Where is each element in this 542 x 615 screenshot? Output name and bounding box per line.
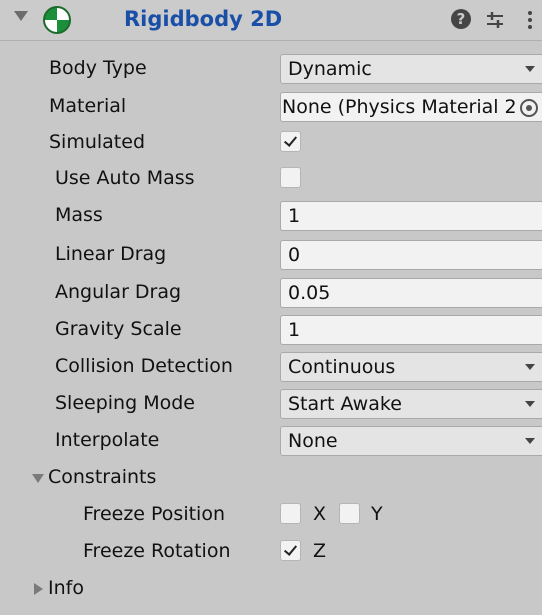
- freeze-rotation-z-checkbox[interactable]: [280, 540, 301, 561]
- freeze-rotation-label: Freeze Rotation: [83, 540, 231, 562]
- preset-settings-icon[interactable]: [484, 9, 506, 31]
- constraints-foldout[interactable]: Constraints: [0, 460, 542, 498]
- interpolate-label: Interpolate: [55, 429, 160, 451]
- component-title: Rigidbody 2D: [124, 7, 283, 31]
- interpolate-dropdown[interactable]: None: [280, 426, 542, 456]
- sleeping-mode-label: Sleeping Mode: [55, 392, 195, 414]
- simulated-checkbox[interactable]: [280, 131, 301, 152]
- foldout-arrow-icon[interactable]: [32, 474, 44, 483]
- freeze-position-y-label: Y: [371, 503, 383, 525]
- angular-drag-input[interactable]: 0.05: [280, 278, 542, 308]
- gravity-scale-row: Gravity Scale 1: [0, 312, 542, 350]
- angular-drag-row: Angular Drag 0.05: [0, 275, 542, 313]
- sleeping-mode-dropdown[interactable]: Start Awake: [280, 389, 542, 419]
- freeze-rotation-z-label: Z: [313, 540, 327, 562]
- material-object-field[interactable]: None (Physics Material 2D): [280, 92, 542, 122]
- info-foldout[interactable]: Info: [0, 571, 542, 609]
- interpolate-value: None: [288, 430, 338, 452]
- help-icon[interactable]: ?: [451, 9, 471, 29]
- collision-detection-value: Continuous: [288, 356, 396, 378]
- sleeping-mode-value: Start Awake: [288, 393, 402, 415]
- gravity-scale-label: Gravity Scale: [55, 318, 182, 340]
- foldout-arrow-right-icon[interactable]: [34, 583, 43, 595]
- object-picker-icon[interactable]: [520, 99, 538, 117]
- mass-row: Mass 1: [0, 198, 542, 236]
- component-header[interactable]: Rigidbody 2D ?: [0, 0, 542, 41]
- chevron-down-icon: [525, 364, 535, 370]
- body-type-label: Body Type: [49, 57, 147, 79]
- freeze-rotation-row: Freeze Rotation Z: [0, 534, 542, 572]
- linear-drag-input[interactable]: 0: [280, 240, 542, 270]
- interpolate-row: Interpolate None: [0, 423, 542, 461]
- freeze-position-y-checkbox[interactable]: [339, 503, 360, 524]
- collision-detection-label: Collision Detection: [55, 355, 233, 377]
- linear-drag-label: Linear Drag: [55, 243, 167, 265]
- kebab-menu-icon[interactable]: [527, 9, 533, 33]
- checkmark-icon: [283, 542, 298, 556]
- sleeping-mode-row: Sleeping Mode Start Awake: [0, 386, 542, 424]
- foldout-arrow-icon[interactable]: [14, 11, 28, 21]
- freeze-position-row: Freeze Position X Y: [0, 497, 542, 535]
- freeze-position-label: Freeze Position: [83, 503, 225, 525]
- constraints-label: Constraints: [48, 466, 157, 488]
- info-label: Info: [48, 577, 84, 599]
- body-type-row: Body Type Dynamic: [0, 51, 542, 89]
- collision-detection-row: Collision Detection Continuous: [0, 349, 542, 387]
- chevron-down-icon: [525, 401, 535, 407]
- freeze-position-x-checkbox[interactable]: [280, 503, 301, 524]
- angular-drag-label: Angular Drag: [55, 281, 182, 303]
- body-type-dropdown[interactable]: Dynamic: [280, 54, 542, 84]
- checkmark-icon: [283, 133, 298, 147]
- material-value: None (Physics Material 2D): [282, 96, 516, 118]
- freeze-position-x-label: X: [313, 503, 327, 525]
- mass-label: Mass: [55, 204, 103, 226]
- collision-detection-dropdown[interactable]: Continuous: [280, 352, 542, 382]
- simulated-label: Simulated: [49, 131, 146, 153]
- use-auto-mass-label: Use Auto Mass: [55, 167, 195, 189]
- simulated-row: Simulated: [0, 125, 542, 163]
- gravity-scale-input[interactable]: 1: [280, 315, 542, 345]
- chevron-down-icon: [525, 438, 535, 444]
- material-row: Material None (Physics Material 2D): [0, 89, 542, 127]
- rigidbody-2d-icon: [43, 6, 71, 34]
- use-auto-mass-checkbox[interactable]: [280, 167, 301, 188]
- body-type-value: Dynamic: [288, 58, 372, 80]
- material-label: Material: [49, 95, 127, 117]
- chevron-down-icon: [525, 66, 535, 72]
- linear-drag-row: Linear Drag 0: [0, 237, 542, 275]
- use-auto-mass-row: Use Auto Mass: [0, 161, 542, 199]
- mass-input[interactable]: 1: [280, 201, 542, 231]
